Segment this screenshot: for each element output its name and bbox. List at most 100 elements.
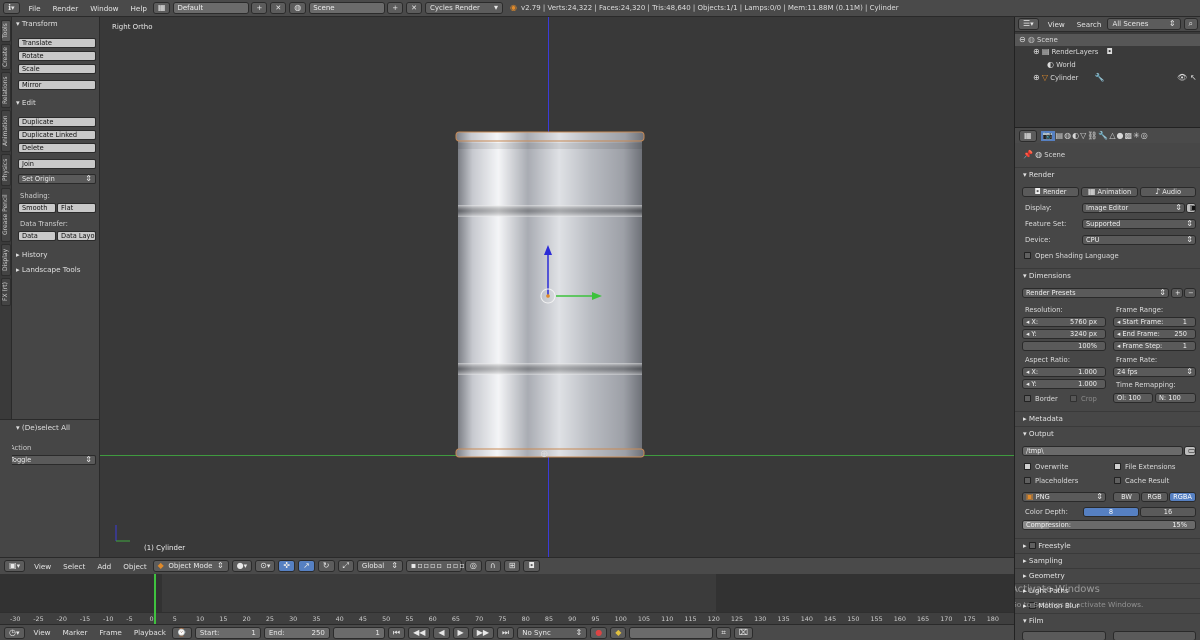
color-depth-8-button[interactable]: 8: [1083, 507, 1139, 517]
layout-field[interactable]: Default: [173, 2, 250, 14]
output-browse-button[interactable]: ▭: [1184, 446, 1196, 456]
color-rgb-button[interactable]: RGB: [1141, 492, 1168, 502]
scene-add-button[interactable]: +: [387, 2, 404, 14]
mirror-button[interactable]: Mirror: [18, 80, 96, 90]
frame-step-field[interactable]: ◂ Frame Step: 1: [1113, 341, 1196, 351]
film-panel-header[interactable]: ▾ Film: [1015, 613, 1200, 626]
preset-remove-button[interactable]: −: [1184, 288, 1196, 298]
time-remap-new-field[interactable]: N: 100: [1155, 393, 1196, 403]
editor-type-properties-button[interactable]: ▦: [1019, 129, 1037, 142]
metadata-panel-header[interactable]: ▸ Metadata: [1015, 411, 1200, 424]
tab-relations[interactable]: Relations: [1, 72, 11, 108]
frame-rate-dropdown[interactable]: 24 fps ⇕: [1113, 367, 1196, 377]
output-panel-header[interactable]: ▾ Output: [1015, 426, 1200, 439]
crop-checkbox[interactable]: [1070, 395, 1077, 402]
layout-add-button[interactable]: +: [251, 2, 268, 14]
constraints-tab-icon[interactable]: ⛓: [1087, 131, 1097, 140]
render-tab-icon[interactable]: 📷: [1040, 130, 1055, 141]
placeholders-checkbox[interactable]: [1024, 477, 1031, 484]
jump-end-button[interactable]: ⏭: [497, 626, 515, 639]
menu-view[interactable]: View: [28, 562, 57, 571]
pin-icon[interactable]: 📌: [1023, 151, 1033, 159]
color-depth-16-button[interactable]: 16: [1140, 507, 1196, 517]
tab-tools[interactable]: Tools: [1, 20, 11, 42]
play-reverse-button[interactable]: ◀: [433, 626, 450, 639]
film-filter-dropdown[interactable]: [1113, 631, 1196, 640]
layout-close-button[interactable]: ✕: [270, 2, 287, 14]
menu-help[interactable]: Help: [125, 4, 153, 13]
set-origin-dropdown[interactable]: Set Origin ⇕: [18, 174, 96, 184]
current-frame-indicator[interactable]: [153, 574, 156, 624]
delete-button[interactable]: Delete: [18, 143, 96, 153]
resolution-percent-field[interactable]: 100%: [1022, 341, 1106, 351]
selectability-cursor-icon[interactable]: ↖: [1190, 74, 1197, 82]
translate-manip-button[interactable]: ↗: [298, 560, 315, 572]
time-remap-old-field[interactable]: Ol: 100: [1113, 393, 1153, 403]
render-presets-dropdown[interactable]: Render Presets ⇕: [1022, 288, 1169, 298]
delete-keyframe-button[interactable]: ⌧: [733, 626, 754, 639]
manipulator-toggle[interactable]: ✜: [278, 560, 296, 572]
scene-close-button[interactable]: ✕: [406, 2, 422, 14]
film-exposure-field[interactable]: [1022, 631, 1106, 640]
next-keyframe-button[interactable]: ▶▶: [471, 626, 494, 639]
timeline-menu-marker[interactable]: Marker: [57, 628, 94, 637]
duplicate-linked-button[interactable]: Duplicate Linked: [18, 130, 96, 140]
proportional-edit-button[interactable]: ◎: [464, 560, 482, 572]
freestyle-checkbox[interactable]: [1028, 542, 1036, 549]
menu-object[interactable]: Object: [117, 562, 152, 571]
material-tab-icon[interactable]: ●: [1117, 131, 1124, 140]
smooth-button[interactable]: Smooth: [18, 203, 56, 213]
outliner-scene-item[interactable]: ⊖ ◍ Scene: [1019, 36, 1058, 45]
physics-tab-icon[interactable]: ◎: [1141, 131, 1148, 140]
scene-tab-icon[interactable]: ◍: [1064, 131, 1071, 140]
data-button[interactable]: Data: [18, 231, 56, 241]
color-bw-button[interactable]: BW: [1113, 492, 1140, 502]
lock-interface-button[interactable]: ▣: [1186, 203, 1196, 213]
layout-browse-button[interactable]: ▦: [152, 2, 171, 14]
display-dropdown[interactable]: Image Editor ⇕: [1082, 203, 1185, 213]
display-mode-dropdown[interactable]: All Scenes ⇕: [1107, 18, 1181, 30]
flat-button[interactable]: Flat: [57, 203, 96, 213]
outliner-menu-view[interactable]: View: [1042, 20, 1071, 29]
outliner-world-item[interactable]: ◐ World: [1047, 61, 1076, 70]
texture-tab-icon[interactable]: ▩: [1124, 131, 1132, 140]
transform-panel-header[interactable]: ▾ Transform: [16, 19, 58, 28]
data-layout-button[interactable]: Data Layo: [57, 231, 96, 241]
outliner-menu-search[interactable]: Search: [1071, 20, 1108, 29]
sampling-panel-header[interactable]: ▸ Sampling: [1015, 553, 1200, 566]
render-still-button[interactable]: ◘ Render: [1022, 187, 1079, 197]
file-format-dropdown[interactable]: ▣ PNG ⇕: [1022, 492, 1106, 502]
editor-type-outliner-button[interactable]: ☰ ▾: [1018, 18, 1039, 30]
rotate-manip-button[interactable]: ↻: [317, 560, 335, 572]
layers-grid-button[interactable]: ▪▫▫▫▫ ▫▫▫▫▫: [405, 560, 478, 572]
landscape-panel-header[interactable]: ▸ Landscape Tools: [16, 265, 81, 274]
tab-animation[interactable]: Animation: [1, 110, 11, 152]
feature-set-dropdown[interactable]: Supported ⇕: [1082, 219, 1196, 229]
translate-button[interactable]: Translate: [18, 38, 96, 48]
menu-render[interactable]: Render: [47, 4, 85, 13]
operator-panel-header[interactable]: ▾ (De)select All: [16, 423, 70, 432]
render-panel-header[interactable]: ▾ Render: [1015, 167, 1200, 180]
cache-result-checkbox[interactable]: [1114, 477, 1121, 484]
aspect-y-field[interactable]: ◂ Y: 1.000: [1022, 379, 1106, 389]
overwrite-checkbox[interactable]: [1024, 463, 1031, 470]
menu-window[interactable]: Window: [84, 4, 124, 13]
snap-element-button[interactable]: ⊞: [503, 560, 521, 572]
compression-slider[interactable]: Compression: 15%: [1022, 520, 1196, 530]
end-frame-field[interactable]: End: 250: [263, 626, 330, 639]
color-rgba-button[interactable]: RGBA: [1169, 492, 1196, 502]
mode-dropdown[interactable]: ◆ Object Mode ⇕: [152, 560, 229, 572]
duplicate-button[interactable]: Duplicate: [18, 117, 96, 127]
tab-create[interactable]: Create: [1, 44, 11, 70]
action-dropdown[interactable]: Toggle ⇕: [6, 455, 96, 465]
scene-field[interactable]: Scene: [309, 2, 386, 14]
editor-type-timeline-button[interactable]: ◷ ▾: [4, 626, 25, 639]
timeline[interactable]: -30 -25 -20 -15 -10 -5 0 5 10 15 20 25 30 35 40 45 50 55 6…: [0, 574, 1014, 624]
outliner-search-button[interactable]: ⌕: [1183, 18, 1198, 30]
menu-file[interactable]: File: [23, 4, 47, 13]
data-tab-icon[interactable]: △: [1109, 131, 1115, 140]
render-layers-tab-icon[interactable]: ▤: [1056, 131, 1064, 140]
scene-browse-button[interactable]: ◍: [289, 2, 307, 14]
jump-start-button[interactable]: ⏮: [387, 626, 406, 639]
dimensions-panel-header[interactable]: ▾ Dimensions: [1015, 268, 1200, 281]
